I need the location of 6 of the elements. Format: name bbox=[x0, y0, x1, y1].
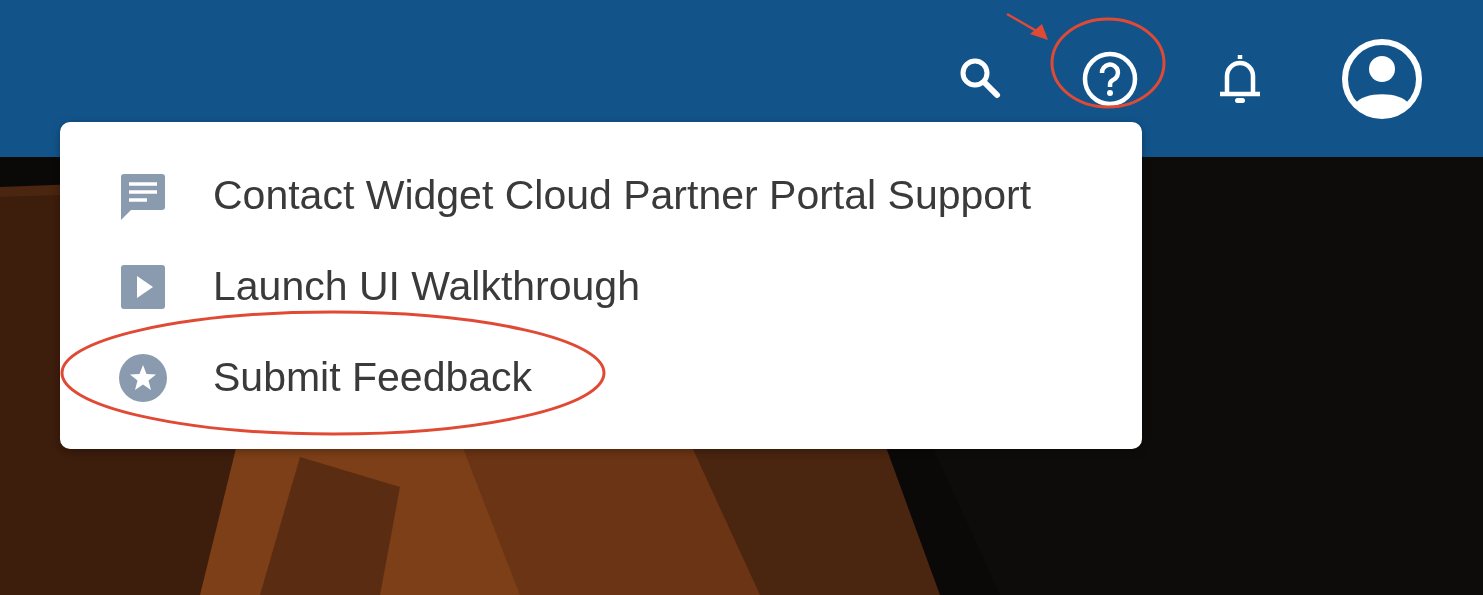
help-icon[interactable] bbox=[1081, 49, 1139, 108]
avatar-icon[interactable] bbox=[1341, 37, 1423, 120]
menu-item[interactable]: Launch UI Walkthrough bbox=[60, 241, 1142, 332]
menu-item[interactable]: Contact Widget Cloud Partner Portal Support bbox=[60, 150, 1142, 241]
annotation-arrow bbox=[1006, 12, 1048, 40]
menu-item[interactable]: Submit Feedback bbox=[60, 332, 1142, 423]
